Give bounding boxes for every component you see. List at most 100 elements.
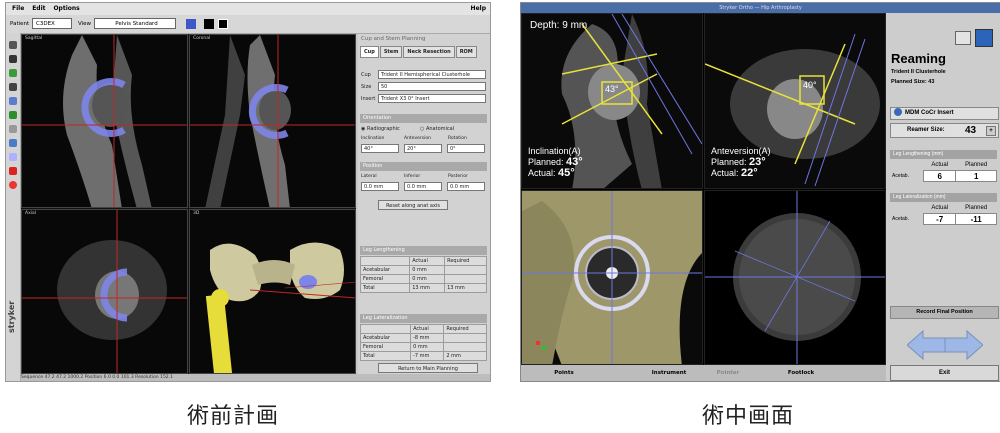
inclination-input[interactable]: 40° [361, 144, 399, 153]
nav-view-inclination[interactable]: Depth: 9 mm 43° Inclination(A) Planned: … [521, 13, 703, 189]
measure-icon[interactable] [9, 125, 17, 133]
anteversion-actual-row: Actual: 22° [711, 168, 771, 179]
cup-size-select[interactable]: 50 [378, 82, 486, 91]
cup-icon[interactable] [9, 97, 17, 105]
tab-rom[interactable]: ROM [455, 46, 477, 58]
table-header: Actual [409, 256, 446, 266]
view-label-coronal: Coronal [193, 36, 211, 41]
planned-size: Planned Size: 43 [891, 79, 935, 85]
table-row: Acetabular 0 mm [359, 265, 487, 275]
planning-side-panel: Cup and Stem Planning Cup Stem Neck Resect… [358, 34, 490, 374]
nav-view-anteversion[interactable]: 40° Anteversion(A) Planned: 23° Actual: … [704, 13, 886, 189]
cup-name: Trident II Clusterhole [891, 69, 946, 75]
tab-stem[interactable]: Stem [379, 46, 403, 58]
depth-value: 9 mm [562, 20, 588, 31]
anteversion-actual-label: Actual: [711, 168, 739, 178]
anteversion-actual-value: 22° [741, 167, 758, 179]
anteversion-col: Anteversion [404, 136, 431, 141]
tab-cup[interactable]: Cup [360, 46, 379, 58]
view-select[interactable]: Pelvis Standard [94, 18, 176, 29]
anatomical-radio[interactable]: ○ Anatomical [420, 126, 454, 132]
return-main-planning-button[interactable]: Return to Main Planning [378, 363, 478, 373]
table-row: Actual Required [359, 324, 487, 334]
nav-bottom-bar: Points Instrument Pointer Footlock [521, 365, 886, 381]
ct-view-grid: Sagittal Coronal Axial 3D [21, 34, 356, 374]
insert-select[interactable]: Trident X3 0° Insert [378, 94, 486, 103]
table-cell: 0 mm [410, 342, 445, 352]
table-row: Actual Required [359, 256, 487, 266]
nav-view-target[interactable] [704, 190, 886, 365]
size-label: Size [361, 84, 372, 90]
table-row: Acetab. 6 1 [890, 170, 997, 182]
stem-icon[interactable] [9, 111, 17, 119]
table-cell: Acetabular [359, 265, 411, 275]
segment-icon[interactable] [9, 69, 17, 77]
rotate-icon[interactable] [9, 153, 17, 161]
rom-icon[interactable] [9, 139, 17, 147]
step-title: Reaming [891, 51, 946, 66]
tab-neck-resection[interactable]: Neck Resection [403, 46, 455, 58]
menu-bar: File Edit Options Help [6, 3, 490, 15]
table-cell: 0 mm [409, 265, 446, 275]
insert-row[interactable]: MDM CoCr Insert [890, 107, 999, 120]
menu-edit[interactable]: Edit [32, 5, 45, 12]
camera-icon[interactable] [975, 29, 993, 47]
cancel-icon[interactable] [9, 167, 17, 175]
table-cell: 0 mm [409, 274, 446, 284]
points-button[interactable]: Points [539, 368, 589, 378]
ct-view-sagittal[interactable]: Sagittal [21, 34, 188, 208]
table-header: Required [443, 324, 487, 334]
table-cell [890, 160, 924, 171]
table-row: Acetabular -8 mm [359, 333, 487, 343]
pointer-button[interactable]: Pointer [703, 368, 753, 378]
ct-view-coronal[interactable]: Coronal [189, 34, 356, 208]
table-cell: Femoral [359, 342, 412, 352]
contrast-icon[interactable] [9, 55, 17, 63]
ct-view-axial[interactable]: Axial [21, 209, 188, 374]
table-cell [359, 256, 411, 266]
leg-lengthening-table: Actual Required Acetabular 0 mm Femoral 0 m… [359, 256, 487, 293]
marker-icon[interactable] [9, 181, 17, 189]
menu-options[interactable]: Options [53, 5, 79, 12]
zoom-icon[interactable] [9, 41, 17, 49]
table-cell: 2 mm [443, 351, 487, 361]
navigation-arrows-icon[interactable] [907, 329, 983, 361]
layout-icon[interactable] [186, 19, 196, 29]
anteversion-input[interactable]: 20° [404, 144, 442, 153]
radiographic-label: Radiographic [366, 126, 400, 132]
patient-select[interactable]: C3DEX [32, 18, 72, 29]
nav-view-3d-bone[interactable] [521, 190, 703, 365]
insert-label: MDM CoCr Insert [905, 110, 954, 116]
insert-icon [894, 108, 902, 117]
menu-help[interactable]: Help [471, 3, 486, 15]
menu-file[interactable]: File [12, 5, 24, 12]
table-header: Required [444, 256, 487, 266]
reset-anat-axis-button[interactable]: Reset along anat axis [378, 200, 448, 210]
radiographic-radio[interactable]: ◉ Radiographic [361, 126, 400, 132]
reamer-size-value: 43 [965, 125, 977, 136]
instrument-button[interactable]: Instrument [639, 368, 699, 378]
single-view-icon[interactable] [204, 19, 214, 29]
reamer-size-row: Reamer Size: 43 + [890, 123, 999, 138]
minimize-icon[interactable] [955, 31, 971, 45]
reamer-size-stepper[interactable]: + [986, 126, 996, 136]
posterior-input[interactable]: 0.0 mm [447, 182, 485, 191]
caption-preop: 術前計画 [187, 404, 280, 429]
cup-type-select[interactable]: Trident II Hemispherical Clusterhole [378, 70, 486, 79]
table-row: Total -7 mm 2 mm [359, 351, 487, 361]
footlock-button[interactable]: Footlock [771, 368, 831, 378]
rotation-input[interactable]: 0° [447, 144, 485, 153]
grid-icon[interactable] [9, 83, 17, 91]
table-header: Actual [410, 324, 445, 334]
table-row: Actual Planned [890, 160, 997, 171]
table-cell: Femoral [359, 274, 411, 284]
quad-view-icon[interactable] [218, 19, 228, 29]
row-label: Acetab. [892, 173, 909, 179]
leg-length-planned: 1 [955, 170, 997, 182]
table-header: Actual [931, 162, 949, 168]
lateral-input[interactable]: 0.0 mm [361, 182, 399, 191]
ct-view-3d[interactable]: 3D [189, 209, 356, 374]
inferior-input[interactable]: 0.0 mm [404, 182, 442, 191]
exit-button[interactable]: Exit [890, 365, 999, 381]
record-final-position-button[interactable]: Record Final Position [890, 306, 999, 319]
